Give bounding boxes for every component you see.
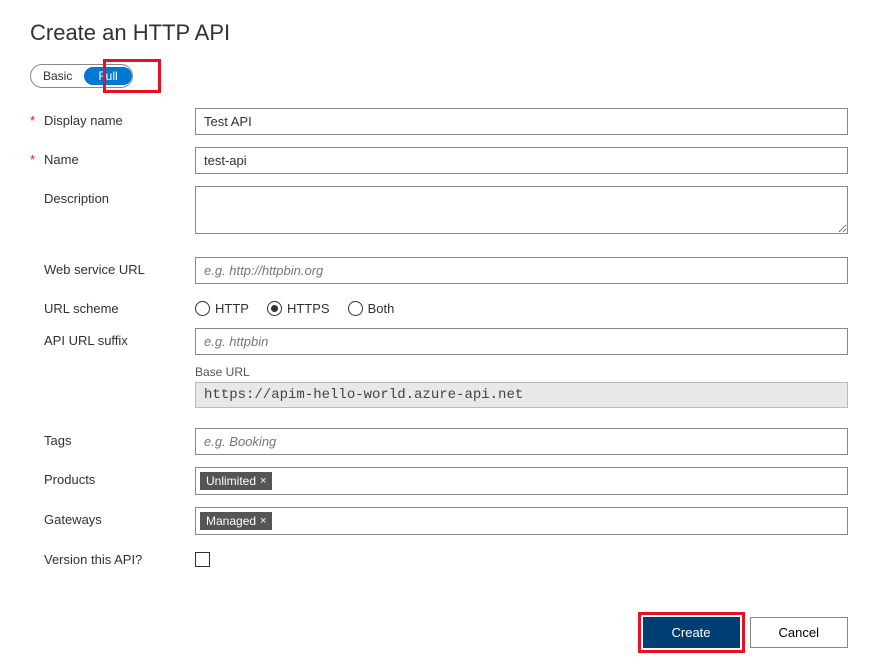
description-input[interactable]: [195, 186, 848, 234]
product-chip: Unlimited ×: [200, 472, 272, 490]
name-input[interactable]: [195, 147, 848, 174]
display-name-label: Display name: [44, 113, 123, 128]
tags-label: Tags: [44, 433, 71, 448]
chip-label: Managed: [206, 514, 256, 528]
products-label: Products: [44, 472, 95, 487]
base-url-label: Base URL: [195, 365, 848, 379]
gateways-input[interactable]: Managed ×: [195, 507, 848, 535]
radio-both-label: Both: [368, 301, 395, 316]
radio-icon: [267, 301, 282, 316]
products-input[interactable]: Unlimited ×: [195, 467, 848, 495]
radio-icon: [195, 301, 210, 316]
radio-both[interactable]: Both: [348, 301, 395, 316]
radio-http-label: HTTP: [215, 301, 249, 316]
required-icon: *: [30, 113, 38, 128]
radio-https-label: HTTPS: [287, 301, 330, 316]
description-label: Description: [44, 191, 109, 206]
name-label: Name: [44, 152, 79, 167]
close-icon[interactable]: ×: [260, 476, 266, 487]
toggle-full[interactable]: Full: [84, 67, 131, 85]
web-service-url-input[interactable]: [195, 257, 848, 284]
radio-https[interactable]: HTTPS: [267, 301, 330, 316]
required-icon: *: [30, 152, 38, 167]
version-api-checkbox[interactable]: [195, 552, 210, 567]
view-toggle: Basic Full: [30, 64, 133, 88]
base-url-value: https://apim-hello-world.azure-api.net: [195, 382, 848, 408]
page-title: Create an HTTP API: [30, 20, 848, 46]
url-scheme-label: URL scheme: [44, 301, 119, 316]
url-scheme-group: HTTP HTTPS Both: [195, 296, 848, 316]
gateways-label: Gateways: [44, 512, 102, 527]
radio-icon: [348, 301, 363, 316]
close-icon[interactable]: ×: [260, 516, 266, 527]
tags-input[interactable]: [195, 428, 848, 455]
web-service-url-label: Web service URL: [44, 262, 145, 277]
api-url-suffix-input[interactable]: [195, 328, 848, 355]
version-api-label: Version this API?: [44, 552, 142, 567]
gateway-chip: Managed ×: [200, 512, 272, 530]
toggle-basic[interactable]: Basic: [31, 67, 84, 85]
display-name-input[interactable]: [195, 108, 848, 135]
create-button[interactable]: Create: [643, 617, 740, 648]
radio-http[interactable]: HTTP: [195, 301, 249, 316]
api-url-suffix-label: API URL suffix: [44, 333, 128, 348]
chip-label: Unlimited: [206, 474, 256, 488]
cancel-button[interactable]: Cancel: [750, 617, 848, 648]
